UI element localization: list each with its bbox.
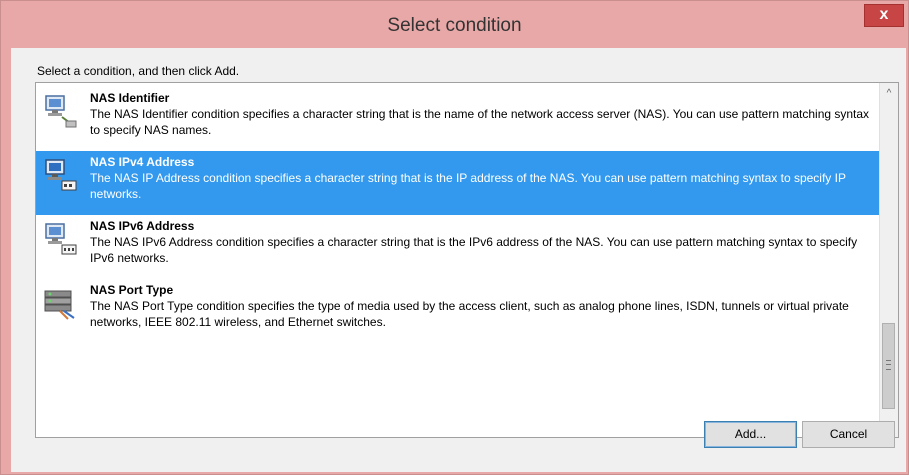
condition-title: NAS Identifier [90, 91, 170, 105]
scroll-grip-icon [886, 360, 891, 370]
instruction-text: Select a condition, and then click Add. [37, 64, 240, 78]
network-computer-ipv4-icon [45, 159, 77, 191]
dialog-body: Select a condition, and then click Add. … [11, 48, 906, 472]
condition-description: The NAS IP Address condition specifies a… [90, 171, 846, 201]
close-button[interactable]: x [864, 4, 904, 27]
title-bar[interactable]: Select condition x [1, 1, 908, 47]
port-type-icon [44, 290, 75, 320]
select-condition-dialog: Select condition x Select a condition, a… [0, 0, 909, 475]
network-computer-icon [45, 95, 77, 128]
scroll-thumb[interactable] [882, 323, 895, 409]
condition-description: The NAS Port Type condition specifies th… [90, 299, 849, 329]
condition-title: NAS IPv4 Address [90, 155, 195, 169]
add-button[interactable]: Add... [704, 421, 797, 448]
vertical-scrollbar[interactable]: ^ v [879, 83, 898, 437]
condition-description: The NAS Identifier condition specifies a… [90, 107, 870, 137]
condition-title: NAS Port Type [90, 283, 174, 297]
scroll-up-arrow[interactable]: ^ [880, 85, 898, 103]
dialog-title: Select condition [387, 15, 522, 36]
condition-list[interactable]: NAS Identifier The NAS Identifier condit… [35, 82, 899, 438]
condition-item-nas-identifier[interactable]: NAS Identifier The NAS Identifier condit… [36, 87, 880, 151]
condition-item-nas-ipv6-address[interactable]: NAS IPv6 Address The NAS IPv6 Address co… [36, 215, 880, 279]
condition-description: The NAS IPv6 Address condition specifies… [90, 235, 858, 265]
condition-item-nas-ipv4-address[interactable]: NAS IPv4 Address The NAS IP Address cond… [36, 151, 880, 215]
condition-title: NAS IPv6 Address [90, 219, 195, 233]
network-computer-ipv6-icon [45, 223, 77, 255]
condition-item-nas-port-type[interactable]: NAS Port Type The NAS Port Type conditio… [36, 279, 880, 343]
cancel-button[interactable]: Cancel [802, 421, 895, 448]
